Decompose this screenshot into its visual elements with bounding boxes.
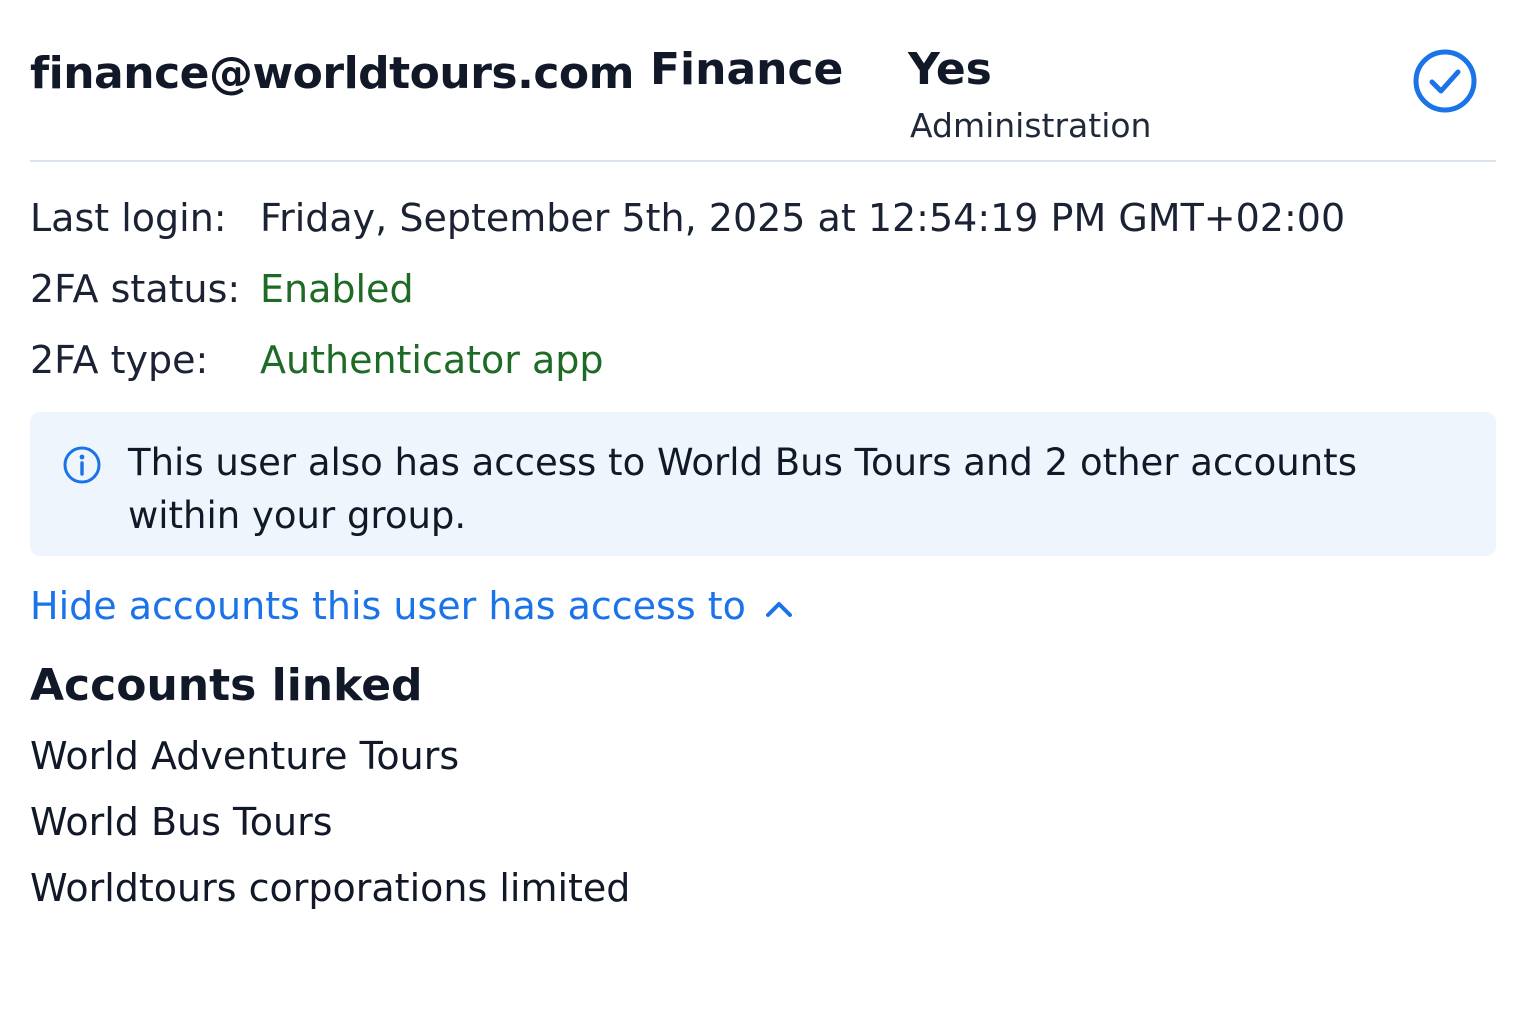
access-notice: This user also has access to World Bus T… <box>30 412 1496 556</box>
user-detail-panel: finance@worldtours.com Finance Yes Admin… <box>0 0 1536 1024</box>
accounts-linked-title: Accounts linked <box>30 660 423 711</box>
twofa-status-row: 2FA status: Enabled <box>30 267 1496 338</box>
notice-text: This user also has access to World Bus T… <box>128 441 1357 537</box>
last-login-label: Last login: <box>30 196 227 240</box>
check-circle-icon[interactable] <box>1412 48 1478 114</box>
last-login-value: Friday, September 5th, 2025 at 12:54:19 … <box>260 196 1346 240</box>
twofa-type-row: 2FA type: Authenticator app <box>30 338 1496 409</box>
user-details: Last login: Friday, September 5th, 2025 … <box>30 196 1496 409</box>
admin-label: Administration <box>910 106 1152 145</box>
admin-value: Yes <box>908 44 992 95</box>
info-icon <box>63 446 101 484</box>
chevron-up-icon <box>765 601 792 617</box>
twofa-type-value: Authenticator app <box>260 338 604 382</box>
last-login-row: Last login: Friday, September 5th, 2025 … <box>30 196 1496 267</box>
user-header: finance@worldtours.com Finance Yes Admin… <box>30 40 1496 160</box>
hide-accounts-link[interactable]: Hide accounts this user has access to <box>30 584 794 628</box>
accounts-list: World Adventure Tours World Bus Tours Wo… <box>30 732 630 930</box>
user-team: Finance <box>650 44 844 95</box>
hide-accounts-label: Hide accounts this user has access to <box>30 584 746 628</box>
user-email: finance@worldtours.com <box>30 48 635 99</box>
list-item: Worldtours corporations limited <box>30 866 631 910</box>
twofa-type-label: 2FA type: <box>30 338 209 382</box>
list-item: World Bus Tours <box>30 800 333 844</box>
twofa-status-label: 2FA status: <box>30 267 241 311</box>
list-item: World Adventure Tours <box>30 734 460 778</box>
twofa-status-value: Enabled <box>260 267 414 311</box>
header-divider <box>30 160 1496 162</box>
